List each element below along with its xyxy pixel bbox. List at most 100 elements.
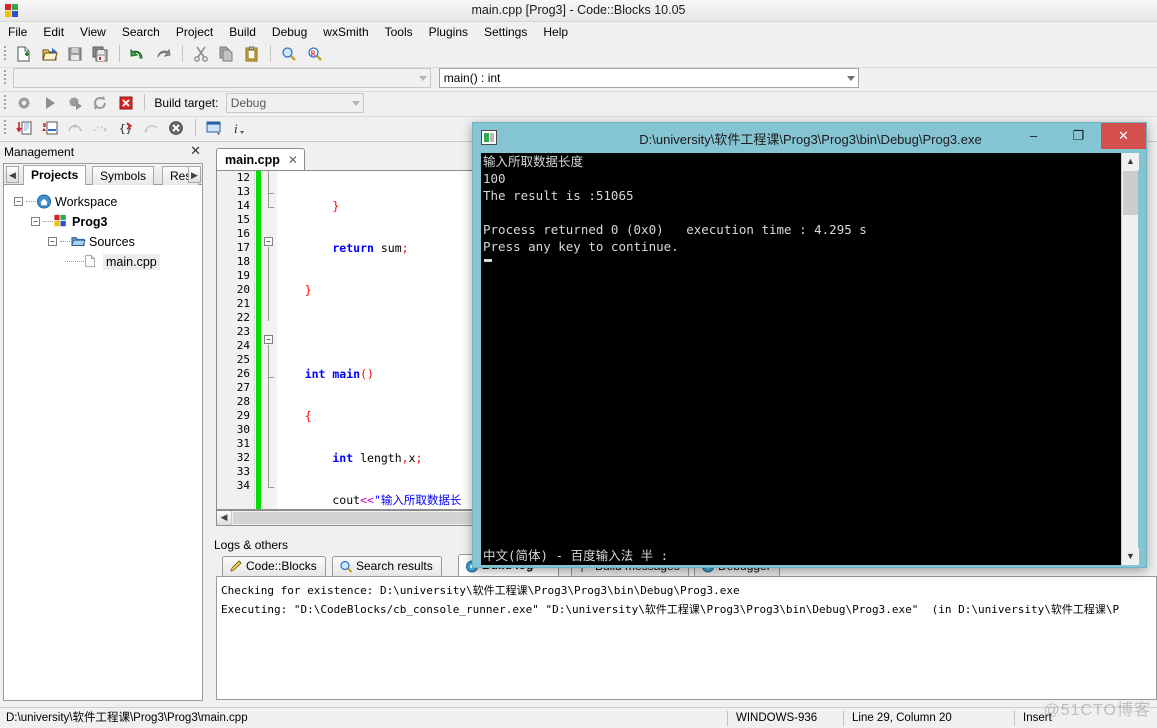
tree-item-sources[interactable]: − Sources: [10, 234, 202, 254]
line-number: 17: [236, 241, 250, 254]
tree-item-workspace[interactable]: − Workspace: [10, 194, 202, 214]
chevron-down-icon[interactable]: ▼: [1122, 548, 1139, 565]
management-tabstrip: ◀ Projects Symbols Res ▶: [4, 164, 202, 185]
build-target-combo[interactable]: Debug: [225, 92, 364, 113]
build-icon[interactable]: [13, 92, 35, 113]
scope-combo[interactable]: [13, 68, 432, 88]
build-and-run-icon[interactable]: [64, 92, 86, 113]
close-icon[interactable]: ✕: [190, 144, 201, 158]
toolbar-grip[interactable]: [1, 93, 8, 113]
build-target-label: Build target:: [154, 95, 219, 110]
toolbar-separator: [118, 45, 120, 62]
next-line-icon[interactable]: [64, 117, 86, 138]
menu-plugins[interactable]: Plugins: [421, 22, 476, 41]
chevron-left-icon[interactable]: ◀: [217, 511, 232, 525]
abort-icon[interactable]: [115, 92, 137, 113]
line-number: 23: [236, 325, 250, 338]
function-combo[interactable]: main() : int: [438, 68, 859, 88]
title-bar: main.cpp [Prog3] - Code::Blocks 10.05: [0, 0, 1157, 22]
menu-help[interactable]: Help: [535, 22, 576, 41]
menu-debug[interactable]: Debug: [264, 22, 315, 41]
line-number: 14: [236, 199, 250, 212]
pencil-icon: [229, 560, 243, 573]
chevron-right-icon[interactable]: ▶: [188, 166, 201, 183]
line-number: 19: [236, 269, 250, 282]
console-output[interactable]: 输入所取数据长度 100 The result is :51065 Proces…: [481, 153, 1121, 547]
console-line: The result is :51065: [483, 188, 634, 203]
console-title-bar[interactable]: D:\university\软件工程课\Prog3\Prog3\bin\Debu…: [473, 123, 1146, 153]
run-icon[interactable]: [39, 92, 61, 113]
open-file-icon[interactable]: [39, 43, 61, 64]
rebuild-icon[interactable]: [89, 92, 111, 113]
paste-icon[interactable]: [241, 43, 263, 64]
collapse-toggle[interactable]: −: [14, 197, 23, 207]
console-window[interactable]: D:\university\软件工程课\Prog3\Prog3\bin\Debu…: [472, 122, 1147, 568]
menu-tools[interactable]: Tools: [377, 22, 421, 41]
line-number: 33: [236, 465, 250, 478]
close-icon[interactable]: ✕: [288, 153, 298, 167]
menu-file[interactable]: File: [0, 22, 35, 41]
step-out-icon[interactable]: [140, 117, 162, 138]
step-instruction-icon[interactable]: {}: [115, 117, 137, 138]
collapse-toggle[interactable]: −: [31, 217, 40, 227]
debugging-windows-icon[interactable]: [203, 117, 225, 138]
menu-edit[interactable]: Edit: [35, 22, 72, 41]
toolbar-grip[interactable]: [1, 44, 8, 64]
menu-project[interactable]: Project: [168, 22, 221, 41]
line-number: 34: [236, 479, 250, 492]
menu-build[interactable]: Build: [221, 22, 264, 41]
fold-toggle[interactable]: −: [264, 335, 273, 344]
tab-projects[interactable]: Projects: [23, 165, 87, 185]
save-all-icon[interactable]: [89, 43, 111, 64]
save-icon[interactable]: [64, 43, 86, 64]
tree-item-prog3[interactable]: − Prog3: [10, 214, 202, 234]
undo-icon[interactable]: [127, 43, 149, 64]
run-to-cursor-icon[interactable]: [39, 117, 61, 138]
console-scrollbar[interactable]: ▲ ▼: [1121, 153, 1139, 565]
editor-tab-main-cpp[interactable]: main.cpp ✕: [216, 148, 305, 170]
find-icon[interactable]: [278, 43, 300, 64]
chevron-up-icon[interactable]: ▲: [1122, 153, 1139, 170]
project-icon: [53, 214, 69, 229]
fold-toggle[interactable]: −: [264, 237, 273, 246]
toolbar-grip[interactable]: [1, 118, 8, 138]
replace-icon[interactable]: R: [304, 43, 326, 64]
debug-continue-icon[interactable]: [13, 117, 35, 138]
close-button[interactable]: ✕: [1101, 123, 1146, 149]
menu-wxsmith[interactable]: wxSmith: [315, 22, 376, 41]
tab-search-results[interactable]: Search results: [332, 556, 442, 576]
new-file-icon[interactable]: [13, 43, 35, 64]
fold-margin[interactable]: − −: [261, 171, 277, 509]
menu-view[interactable]: View: [72, 22, 114, 41]
line-number: 20: [236, 283, 250, 296]
stop-debugger-icon[interactable]: [165, 117, 187, 138]
copy-icon[interactable]: [215, 43, 237, 64]
log-line: Checking for existence: D:\university\软件…: [221, 584, 740, 597]
collapse-toggle[interactable]: −: [48, 237, 57, 247]
minimize-button[interactable]: –: [1011, 123, 1056, 149]
toolbar-grip[interactable]: [1, 68, 8, 88]
scrollbar-thumb[interactable]: [1123, 171, 1138, 215]
step-into-icon[interactable]: [89, 117, 111, 138]
cut-icon[interactable]: [190, 43, 212, 64]
svg-text:{}: {}: [119, 122, 132, 135]
scrollbar-thumb[interactable]: [233, 512, 483, 524]
menu-settings[interactable]: Settings: [476, 22, 535, 41]
status-file-path: D:\university\软件工程课\Prog3\Prog3\main.cpp: [6, 712, 248, 724]
tab-codeblocks[interactable]: Code::Blocks: [222, 556, 326, 576]
redo-icon[interactable]: [152, 43, 174, 64]
various-info-icon[interactable]: i: [228, 117, 250, 138]
window-title: main.cpp [Prog3] - Code::Blocks 10.05: [471, 3, 686, 17]
tab-symbols[interactable]: Symbols: [92, 166, 155, 185]
chevron-left-icon[interactable]: ◀: [6, 166, 19, 183]
workspace-icon: [36, 194, 52, 209]
maximize-button[interactable]: ❐: [1056, 123, 1101, 149]
console-line: 100: [483, 171, 506, 186]
line-number: 22: [236, 311, 250, 324]
menu-search[interactable]: Search: [114, 22, 168, 41]
toolbar-separator: [144, 94, 146, 111]
management-body: ◀ Projects Symbols Res ▶ − Workspace − Pro…: [3, 163, 203, 701]
line-number: 12: [236, 171, 250, 184]
tree-item-main-cpp[interactable]: main.cpp: [10, 253, 202, 274]
build-log-output[interactable]: Checking for existence: D:\university\软件…: [216, 576, 1157, 700]
